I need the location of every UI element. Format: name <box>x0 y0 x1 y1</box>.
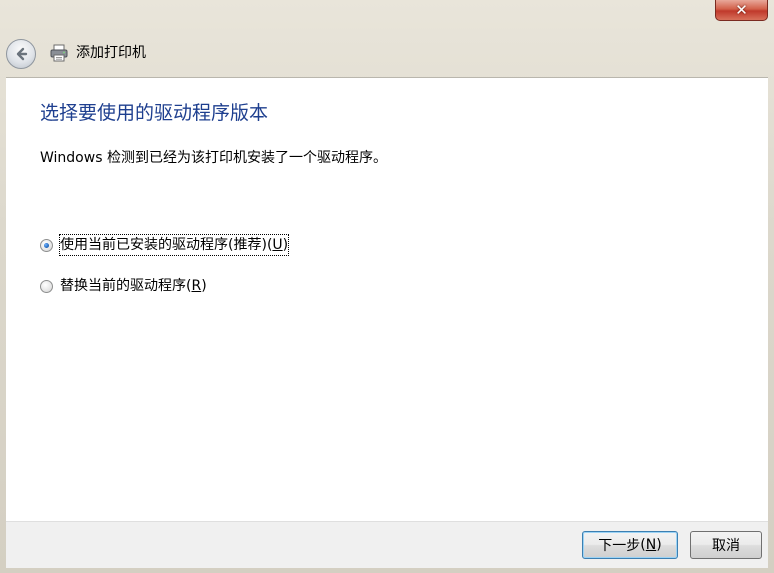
close-icon: ✕ <box>735 1 748 19</box>
printer-icon <box>50 44 68 62</box>
page-heading: 选择要使用的驱动程序版本 <box>40 102 269 124</box>
navigation-bar: 添加打印机 <box>0 28 774 76</box>
wizard-content: 选择要使用的驱动程序版本 Windows 检测到已经为该打印机安装了一个驱动程序… <box>6 77 768 521</box>
option-replace-label[interactable]: 替换当前的驱动程序(R) <box>60 276 207 296</box>
next-button[interactable]: 下一步(N) <box>582 531 678 559</box>
option-replace-driver[interactable]: 替换当前的驱动程序(R) <box>40 276 207 296</box>
page-description: Windows 检测到已经为该打印机安装了一个驱动程序。 <box>40 150 387 166</box>
window-frame: ✕ 添加打印机 选择要使用的驱动程序版本 Windows 检测到已经为该打印机安… <box>0 0 774 573</box>
window-title: 添加打印机 <box>76 45 146 61</box>
cancel-button[interactable]: 取消 <box>690 531 762 559</box>
wizard-footer: 下一步(N) 取消 <box>6 521 768 568</box>
radio-use-installed[interactable] <box>40 238 53 252</box>
close-button[interactable]: ✕ <box>715 0 768 21</box>
option-use-installed-driver[interactable]: 使用当前已安装的驱动程序(推荐)(U) <box>40 234 290 256</box>
back-arrow-icon <box>16 47 28 61</box>
radio-replace-driver[interactable] <box>40 279 53 293</box>
back-button[interactable] <box>6 39 36 69</box>
option-use-installed-label[interactable]: 使用当前已安装的驱动程序(推荐)(U) <box>58 234 290 256</box>
